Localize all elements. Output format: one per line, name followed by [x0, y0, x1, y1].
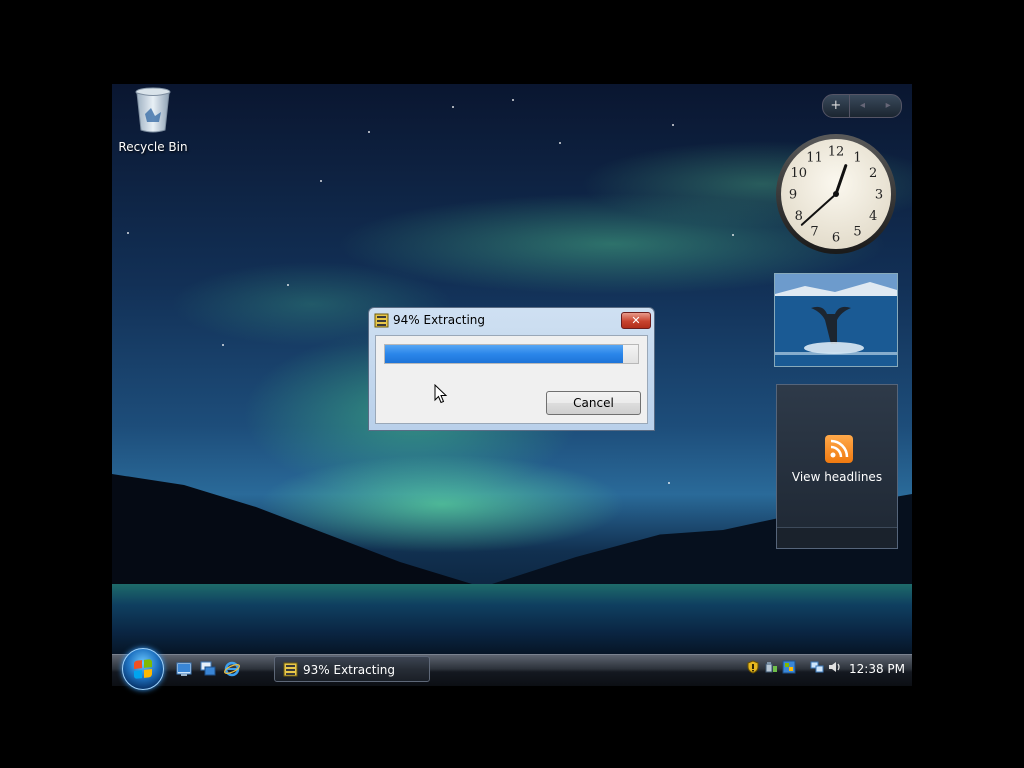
recycle-bin-label: Recycle Bin: [118, 140, 188, 154]
close-icon: ✕: [631, 314, 641, 327]
mouse-cursor-icon: [434, 384, 448, 404]
clock-numeral: 12: [828, 145, 845, 160]
clock-gadget[interactable]: 12 12 3 45678 9 1011: [774, 132, 898, 256]
volume-icon[interactable]: [828, 660, 842, 674]
mountain-left: [112, 474, 472, 584]
taskbar-item-extracting[interactable]: 93% Extracting: [274, 656, 430, 682]
previous-page-button[interactable]: ◂: [848, 95, 876, 117]
clock-numeral: 11: [806, 150, 823, 165]
extraction-progress-bar: [384, 344, 639, 364]
extracting-dialog: 94% Extracting ✕ Cancel: [368, 307, 655, 431]
switch-windows-icon[interactable]: [200, 661, 216, 677]
security-shield-icon[interactable]: [746, 660, 760, 674]
clock-numeral: 7: [810, 225, 818, 240]
cancel-button[interactable]: Cancel: [546, 391, 641, 415]
feed-headlines-gadget[interactable]: View headlines: [776, 384, 898, 549]
progress-fill: [385, 345, 623, 363]
clock-numeral: 9: [789, 188, 797, 203]
taskbar-item-label: 93% Extracting: [303, 663, 396, 677]
system-clock[interactable]: 12:38 PM: [849, 662, 905, 676]
feed-gadget-footer: [777, 527, 897, 548]
safely-remove-hardware-icon[interactable]: [764, 660, 778, 674]
clock-numeral: 5: [853, 225, 861, 240]
slideshow-gadget[interactable]: [774, 273, 898, 367]
sidebar-gadget-controls: + ◂ ▸: [822, 94, 902, 118]
close-button[interactable]: ✕: [621, 312, 651, 329]
dialog-title: 94% Extracting: [393, 313, 486, 327]
view-headlines-link[interactable]: View headlines: [777, 470, 897, 484]
clock-numeral: 4: [869, 209, 877, 224]
clock-numeral: 2: [869, 166, 877, 181]
rss-icon: [825, 435, 853, 463]
whale-tail-photo: [775, 274, 897, 366]
add-gadget-button[interactable]: +: [823, 95, 849, 117]
dialog-content: Cancel: [375, 335, 648, 424]
windows-logo-icon: [134, 659, 152, 679]
network-icon[interactable]: [810, 660, 824, 674]
dialog-titlebar[interactable]: 94% Extracting ✕: [369, 308, 654, 332]
internet-explorer-icon[interactable]: [224, 661, 240, 677]
lake-reflection: [112, 584, 912, 654]
clock-numeral: 10: [791, 166, 808, 181]
clock-numeral: 1: [853, 150, 861, 165]
start-button[interactable]: [122, 648, 164, 690]
windows-update-icon[interactable]: [782, 660, 796, 674]
show-desktop-icon[interactable]: [176, 661, 192, 677]
archive-icon: [283, 662, 298, 677]
next-page-button[interactable]: ▸: [875, 95, 901, 117]
clock-numeral: 8: [795, 209, 803, 224]
recycle-bin-shortcut[interactable]: Recycle Bin: [118, 86, 188, 154]
archive-icon: [374, 313, 389, 328]
clock-numeral: 6: [832, 231, 840, 246]
recycle-bin-icon: [135, 87, 171, 133]
clock-numeral: 3: [875, 188, 883, 203]
